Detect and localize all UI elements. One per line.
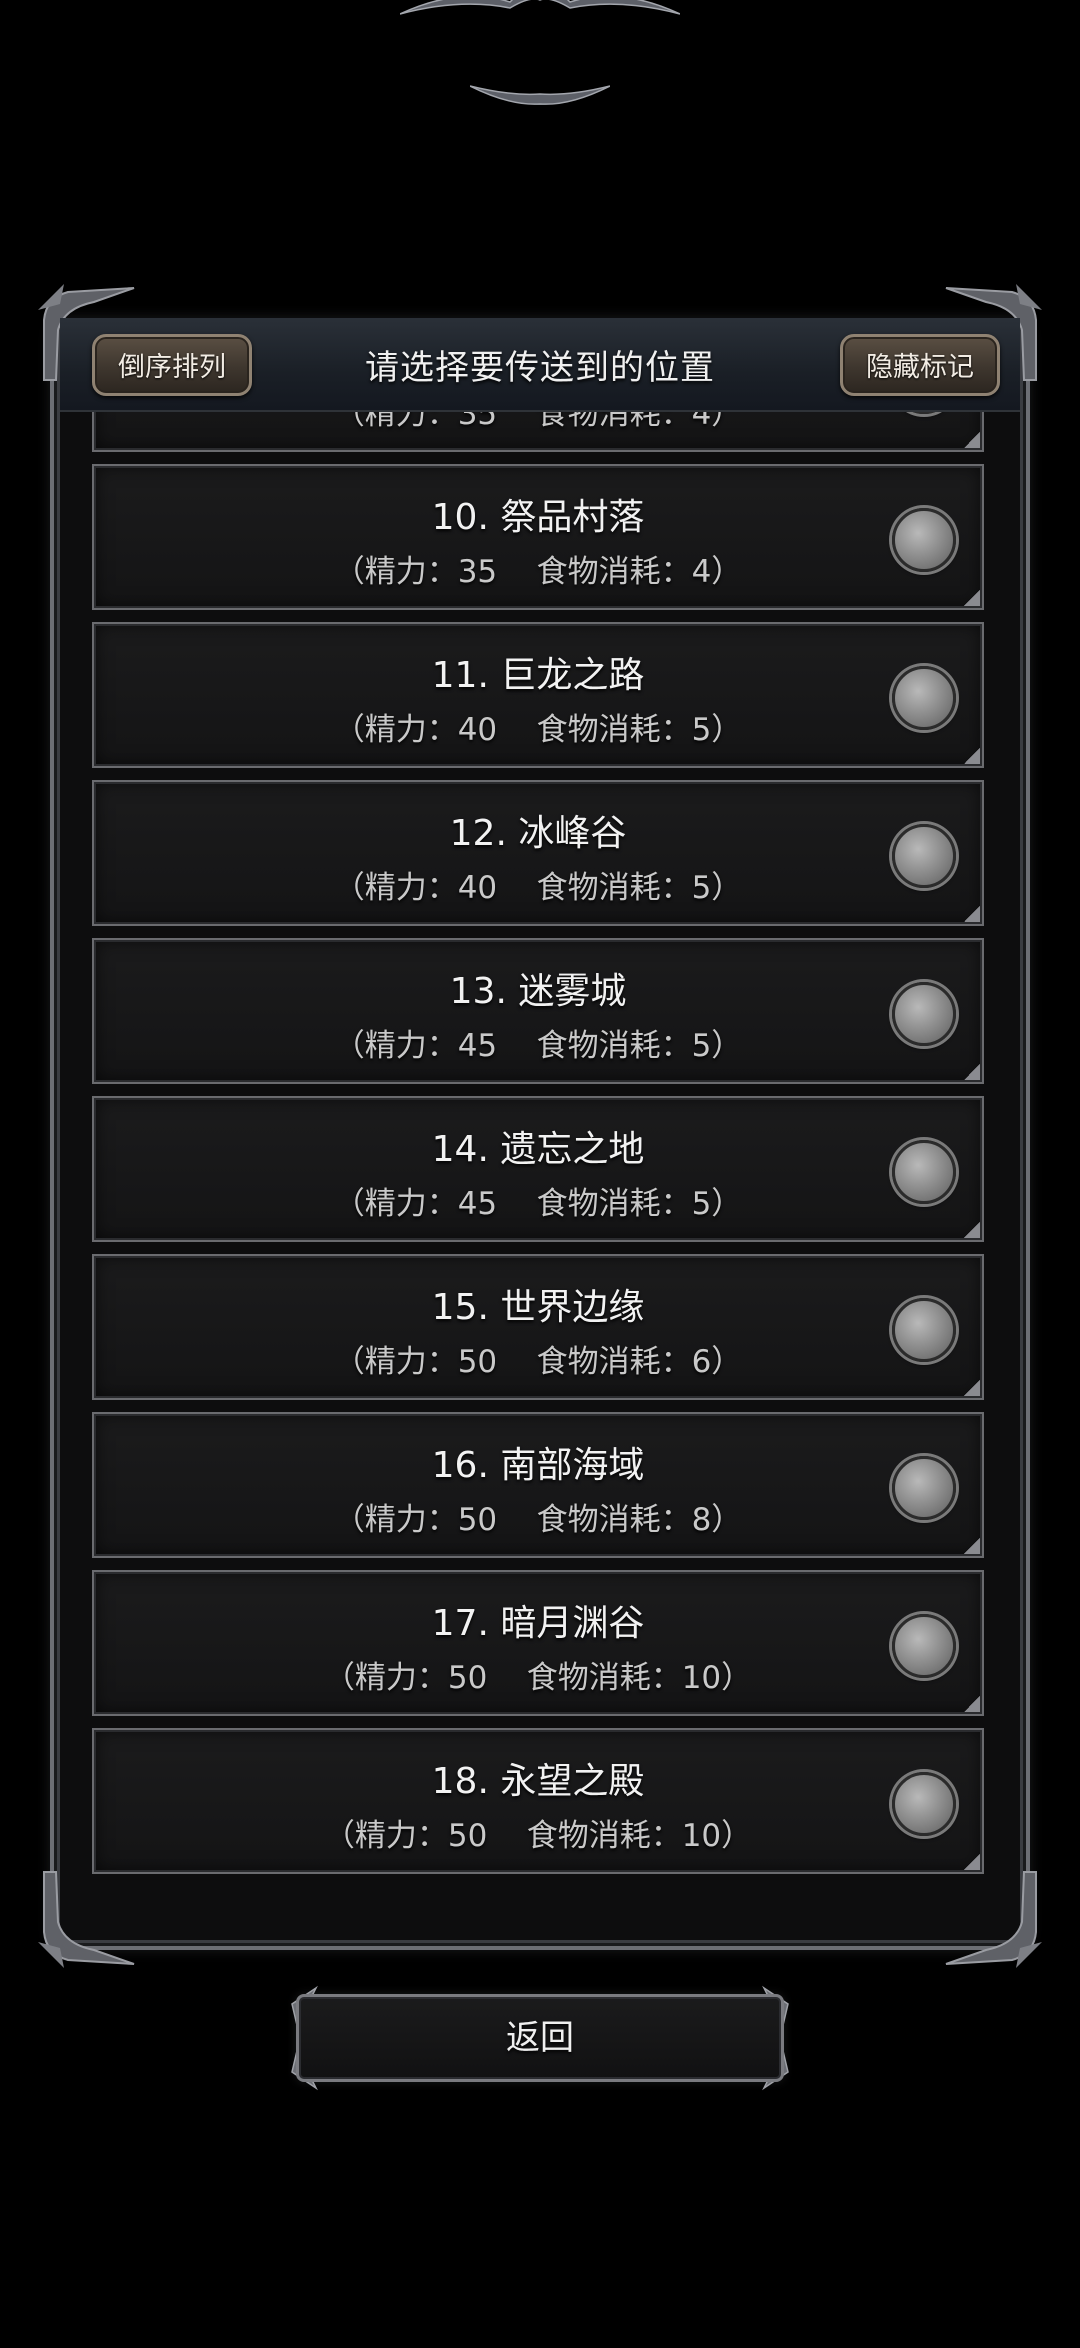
reverse-sort-button[interactable]: 倒序排列 — [92, 334, 252, 396]
location-cost: （精力：40 食物消耗：5） — [333, 870, 743, 906]
location-cost: （精力：35 食物消耗：4） — [333, 410, 743, 432]
hide-markers-button[interactable]: 隐藏标记 — [840, 334, 1000, 396]
select-radio-button[interactable] — [892, 1456, 956, 1520]
location-cost: （精力：50 食物消耗：6） — [333, 1344, 743, 1380]
header-crest-ornament — [400, 0, 680, 15]
location-name: 11. 巨龙之路 — [431, 655, 645, 696]
location-cost: （精力：50 食物消耗：10） — [323, 1818, 753, 1854]
location-cost: （精力：50 食物消耗：8） — [333, 1502, 743, 1538]
select-radio-button[interactable] — [892, 666, 956, 730]
location-name: 17. 暗月渊谷 — [431, 1603, 645, 1644]
location-row[interactable]: 12. 冰峰谷 （精力：40 食物消耗：5） — [92, 780, 984, 926]
location-name: 16. 南部海域 — [431, 1445, 645, 1486]
select-radio-button[interactable] — [892, 1298, 956, 1362]
location-row[interactable]: 14. 遗忘之地 （精力：45 食物消耗：5） — [92, 1096, 984, 1242]
location-name: 14. 遗忘之地 — [431, 1129, 645, 1170]
location-cost: （精力：40 食物消耗：5） — [333, 712, 743, 748]
select-radio-button[interactable] — [892, 1140, 956, 1204]
location-name: 15. 世界边缘 — [431, 1287, 645, 1328]
location-row[interactable]: 11. 巨龙之路 （精力：40 食物消耗：5） — [92, 622, 984, 768]
back-button[interactable]: 返回 — [296, 1994, 784, 2082]
teleport-screen: 9. 王城（精力：35 食物消耗：4） 10. 祭品村落 （精力：35 食物消耗：4… — [0, 0, 1080, 2348]
select-radio-button[interactable] — [892, 1772, 956, 1836]
select-radio-button[interactable] — [892, 824, 956, 888]
location-name: 18. 永望之殿 — [431, 1761, 645, 1802]
location-cost: （精力：35 食物消耗：4） — [333, 554, 743, 590]
select-radio-button[interactable] — [892, 508, 956, 572]
select-radio-button[interactable] — [892, 982, 956, 1046]
location-row[interactable]: 18. 永望之殿 （精力：50 食物消耗：10） — [92, 1728, 984, 1874]
location-cost: （精力：45 食物消耗：5） — [333, 1028, 743, 1064]
location-list-content: 9. 王城（精力：35 食物消耗：4） 10. 祭品村落 （精力：35 食物消耗：4… — [92, 410, 988, 1886]
location-cost: （精力：45 食物消耗：5） — [333, 1186, 743, 1222]
location-name: 12. 冰峰谷 — [449, 813, 627, 854]
panel-header: 请选择要传送到的位置 倒序排列 隐藏标记 — [60, 318, 1020, 412]
location-row[interactable]: 10. 祭品村落 （精力：35 食物消耗：4） — [92, 464, 984, 610]
location-row[interactable]: 17. 暗月渊谷 （精力：50 食物消耗：10） — [92, 1570, 984, 1716]
location-row[interactable]: 15. 世界边缘 （精力：50 食物消耗：6） — [92, 1254, 984, 1400]
location-name: 13. 迷雾城 — [449, 971, 627, 1012]
header-bottom-ornament — [470, 85, 610, 105]
location-row[interactable]: 13. 迷雾城 （精力：45 食物消耗：5） — [92, 938, 984, 1084]
location-name: 10. 祭品村落 — [431, 497, 645, 538]
location-cost: （精力：50 食物消耗：10） — [323, 1660, 753, 1696]
location-list[interactable]: 9. 王城（精力：35 食物消耗：4） 10. 祭品村落 （精力：35 食物消耗：4… — [92, 410, 988, 1928]
location-row[interactable]: 16. 南部海域 （精力：50 食物消耗：8） — [92, 1412, 984, 1558]
location-row[interactable]: 9. 王城（精力：35 食物消耗：4） — [92, 410, 984, 452]
select-radio-button[interactable] — [892, 1614, 956, 1678]
